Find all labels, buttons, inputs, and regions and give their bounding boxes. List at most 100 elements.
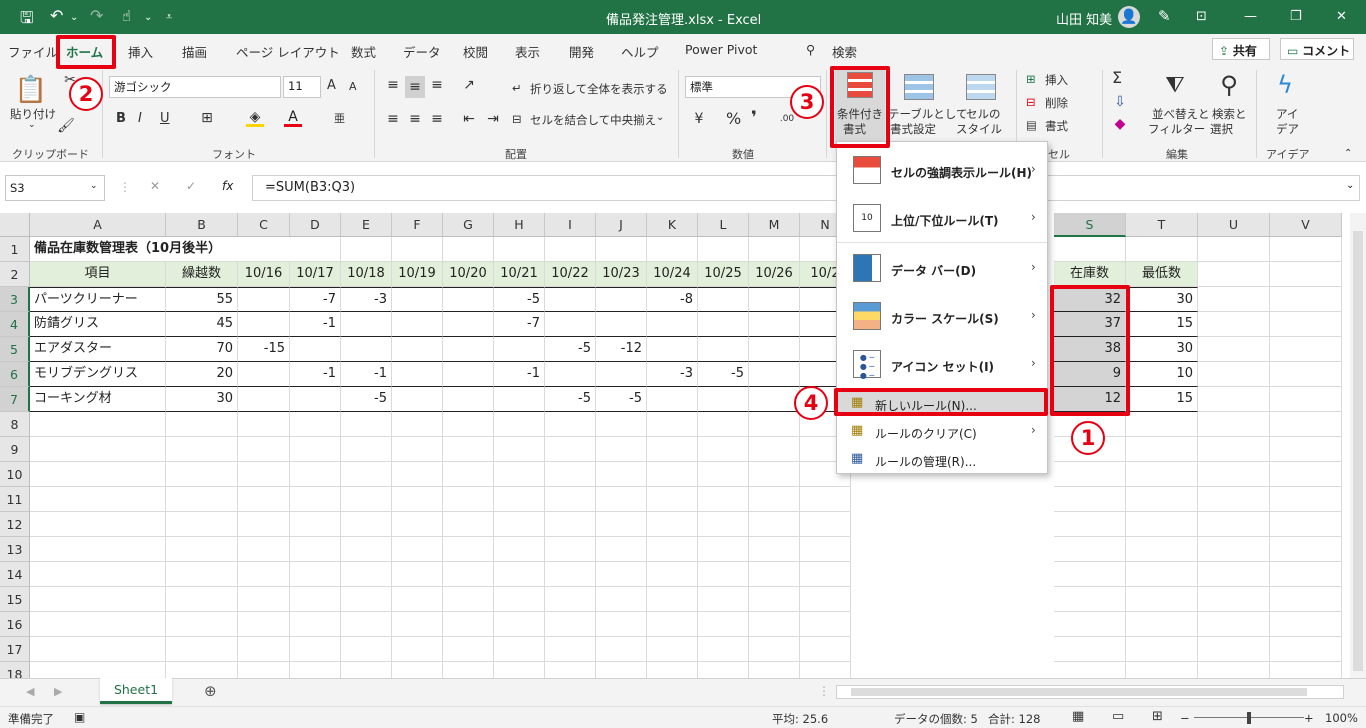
align-top-icon[interactable]: ≡ [384, 76, 402, 94]
underline-button[interactable]: U [160, 111, 170, 126]
format-as-table-icon[interactable] [904, 74, 934, 100]
column-header-e[interactable]: E [341, 213, 392, 237]
cell-k1[interactable] [647, 237, 698, 262]
cell-m8[interactable] [749, 412, 800, 437]
cell-f6[interactable] [392, 362, 443, 387]
cell-k10[interactable] [647, 462, 698, 487]
cell-j13[interactable] [596, 537, 647, 562]
column-header-v[interactable]: V [1270, 213, 1342, 237]
cell-c15[interactable] [238, 587, 290, 612]
cell-l16[interactable] [698, 612, 749, 637]
cell-a1[interactable]: 備品在庫数管理表（10月後半） [30, 237, 330, 262]
cell-m3[interactable] [749, 287, 800, 312]
tab-split-icon[interactable]: ⋮ [818, 684, 830, 698]
cell-k12[interactable] [647, 512, 698, 537]
cell-b6[interactable]: 20 [166, 362, 238, 387]
cell-e2[interactable]: 10/18 [341, 262, 392, 287]
cell-t1[interactable] [1126, 237, 1198, 262]
cell-t10[interactable] [1126, 462, 1198, 487]
tab-file[interactable]: ファイル [8, 42, 58, 61]
cell-d3[interactable]: -7 [290, 287, 341, 312]
close-icon[interactable]: ✕ [1336, 9, 1347, 24]
cell-e8[interactable] [341, 412, 392, 437]
worksheet-grid[interactable]: ABCDEFGHIJKLMNSTUV 1 2 3 4 5 6 7 8 9 10 11 12 13 14 15… [0, 213, 1350, 678]
cell-j11[interactable] [596, 487, 647, 512]
merge-dropdown-icon[interactable]: ⌄ [656, 112, 664, 123]
cell-t7[interactable]: 15 [1126, 387, 1198, 412]
cell-i16[interactable] [545, 612, 596, 637]
cell-v6[interactable] [1270, 362, 1342, 387]
expand-formula-icon[interactable]: ⌄ [1346, 180, 1354, 191]
cell-e14[interactable] [341, 562, 392, 587]
cell-a2[interactable]: 項目 [30, 262, 166, 287]
font-color-icon[interactable]: A [284, 109, 302, 127]
name-box-dropdown-icon[interactable]: ⌄ [90, 181, 98, 191]
next-sheet-icon[interactable]: ▶ [54, 685, 62, 698]
cell-g1[interactable] [443, 237, 494, 262]
cell-h16[interactable] [494, 612, 545, 637]
horizontal-scroll-thumb[interactable] [851, 688, 1307, 696]
cell-c5[interactable]: -15 [238, 337, 290, 362]
row-header-18[interactable]: 18 [0, 662, 30, 678]
cell-f10[interactable] [392, 462, 443, 487]
cell-k8[interactable] [647, 412, 698, 437]
tab-data[interactable]: データ [403, 42, 441, 61]
cell-b14[interactable] [166, 562, 238, 587]
cell-i9[interactable] [545, 437, 596, 462]
cell-j18[interactable] [596, 662, 647, 678]
cell-c10[interactable] [238, 462, 290, 487]
cell-c11[interactable] [238, 487, 290, 512]
paste-dropdown-icon[interactable]: ⌄ [28, 120, 36, 130]
cell-style-label-1[interactable]: セルの [966, 106, 1001, 122]
cell-j5[interactable]: -12 [596, 337, 647, 362]
cell-g10[interactable] [443, 462, 494, 487]
cell-j4[interactable] [596, 312, 647, 337]
cell-n14[interactable] [800, 562, 851, 587]
save-icon[interactable]: 🖫 [20, 7, 34, 34]
cell-a18[interactable] [30, 662, 166, 678]
cell-v9[interactable] [1270, 437, 1342, 462]
cell-b10[interactable] [166, 462, 238, 487]
tab-draw[interactable]: 描画 [182, 42, 207, 61]
cell-j1[interactable] [596, 237, 647, 262]
cell-l10[interactable] [698, 462, 749, 487]
cell-u7[interactable] [1198, 387, 1270, 412]
cell-h2[interactable]: 10/21 [494, 262, 545, 287]
cell-l4[interactable] [698, 312, 749, 337]
cell-j7[interactable]: -5 [596, 387, 647, 412]
cell-f11[interactable] [392, 487, 443, 512]
cell-a17[interactable] [30, 637, 166, 662]
cell-m15[interactable] [749, 587, 800, 612]
cell-s15[interactable] [1054, 587, 1126, 612]
cell-k5[interactable] [647, 337, 698, 362]
column-header-m[interactable]: M [749, 213, 800, 237]
cell-l8[interactable] [698, 412, 749, 437]
cell-v13[interactable] [1270, 537, 1342, 562]
cell-d14[interactable] [290, 562, 341, 587]
merge-center-icon[interactable]: ⊟ [512, 112, 522, 126]
tab-help[interactable]: ヘルプ [621, 42, 659, 61]
zoom-in-button[interactable]: + [1304, 711, 1314, 725]
cell-h3[interactable]: -5 [494, 287, 545, 312]
cell-f13[interactable] [392, 537, 443, 562]
zoom-level[interactable]: 100% [1325, 711, 1358, 725]
cell-u15[interactable] [1198, 587, 1270, 612]
clear-icon[interactable]: ◆ [1112, 116, 1128, 132]
cell-h18[interactable] [494, 662, 545, 678]
cell-t13[interactable] [1126, 537, 1198, 562]
cell-m18[interactable] [749, 662, 800, 678]
autosum-icon[interactable]: Σ [1112, 68, 1122, 87]
touch-dropdown-icon[interactable]: ⌄ [144, 12, 152, 23]
cell-b15[interactable] [166, 587, 238, 612]
cell-l13[interactable] [698, 537, 749, 562]
cell-i15[interactable] [545, 587, 596, 612]
cell-n13[interactable] [800, 537, 851, 562]
cell-f16[interactable] [392, 612, 443, 637]
row-header-3[interactable]: 3 [0, 287, 30, 312]
cell-i2[interactable]: 10/22 [545, 262, 596, 287]
cell-s17[interactable] [1054, 637, 1126, 662]
cell-d15[interactable] [290, 587, 341, 612]
row-header-6[interactable]: 6 [0, 362, 30, 387]
format-cells-icon[interactable]: ▤ [1026, 118, 1037, 132]
insert-cells-icon[interactable]: ⊞ [1026, 72, 1036, 86]
